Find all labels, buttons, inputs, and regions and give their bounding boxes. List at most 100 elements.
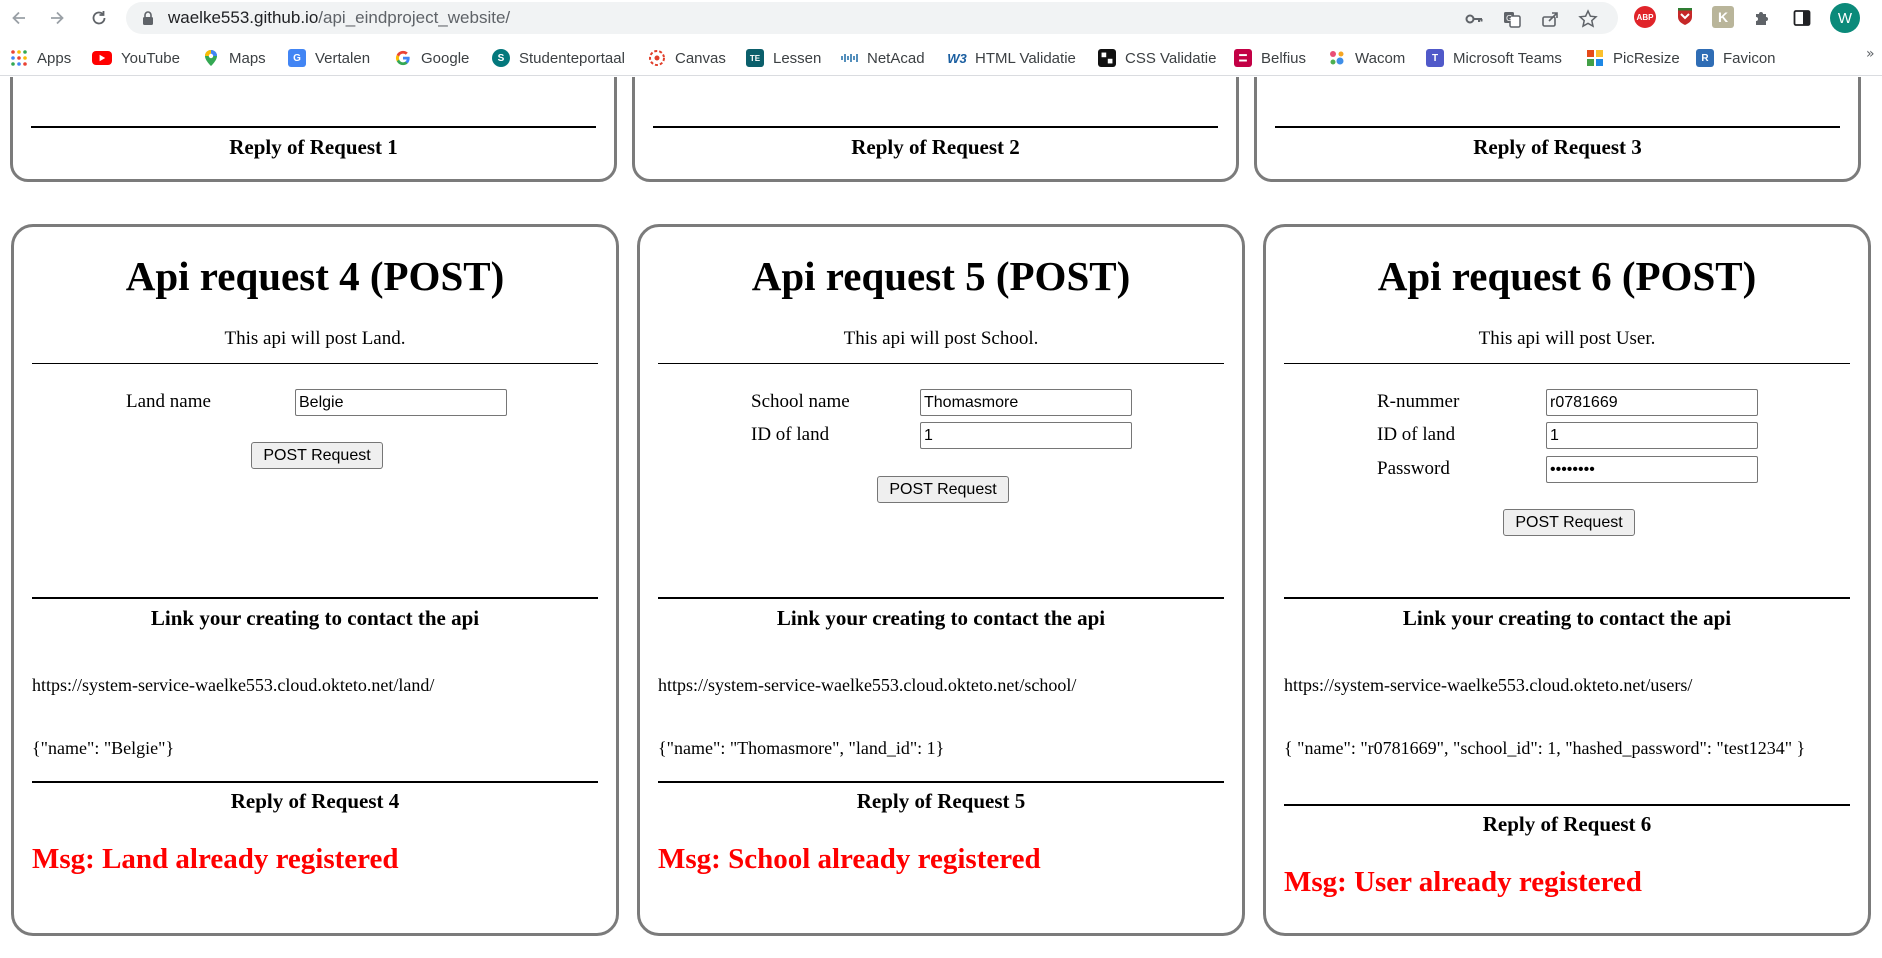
profile-avatar[interactable]: W: [1830, 3, 1860, 33]
k-extension-icon[interactable]: K: [1712, 6, 1734, 28]
request-card-5: Api request 5 (POST) This api will post …: [637, 224, 1245, 936]
url-text[interactable]: waelke553.github.io/api_eindproject_webs…: [168, 8, 510, 28]
bookmark-apps[interactable]: Apps: [10, 47, 71, 69]
divider: [32, 597, 598, 599]
translate-icon: G: [288, 49, 306, 67]
post-request-button[interactable]: POST Request: [1503, 509, 1635, 536]
bookmark-vertalen[interactable]: G Vertalen: [288, 47, 370, 69]
request-card-4: Api request 4 (POST) This api will post …: [11, 224, 619, 936]
teams-icon: T: [1426, 49, 1444, 67]
maps-pin-icon: [202, 49, 220, 67]
password-input[interactable]: [1546, 456, 1758, 483]
address-bar[interactable]: waelke553.github.io/api_eindproject_webs…: [126, 2, 1618, 34]
translate-page-icon[interactable]: G: [1502, 9, 1522, 29]
k-extension-label: K: [1717, 9, 1729, 25]
back-icon[interactable]: [6, 5, 32, 31]
divider: [1275, 126, 1840, 128]
share-icon[interactable]: [1540, 9, 1560, 29]
lock-icon[interactable]: [140, 10, 156, 26]
link-title: Link your creating to contact the api: [1402, 606, 1732, 630]
bookmarks-overflow-icon[interactable]: »: [1866, 46, 1875, 62]
request-card-3: Reply of Request 3: [1254, 77, 1861, 182]
bookmark-youtube[interactable]: YouTube: [92, 47, 180, 69]
bookmark-label: PicResize: [1613, 49, 1680, 67]
divider: [1284, 804, 1850, 806]
key-icon[interactable]: [1464, 9, 1484, 29]
bookmark-label: Belfius: [1261, 49, 1307, 67]
card-description: This api will post User.: [1478, 328, 1656, 349]
bookmark-studenteportaal[interactable]: S Studenteportaal: [492, 47, 625, 69]
card-title: Api request 4 (POST): [125, 253, 505, 299]
cisco-icon: [840, 49, 858, 67]
bookmark-favicon[interactable]: R Favicon: [1696, 47, 1776, 69]
divider: [658, 781, 1224, 783]
divider: [658, 597, 1224, 599]
bookmark-picresize[interactable]: PicResize: [1586, 47, 1680, 69]
link-title: Link your creating to contact the api: [150, 606, 480, 630]
youtube-icon: [92, 51, 112, 65]
reply-title: Reply of Request 1: [229, 135, 398, 159]
bookmark-label: NetAcad: [867, 49, 925, 67]
bookmark-html-validatie[interactable]: W3 HTML Validatie: [947, 47, 1076, 69]
land-id-input[interactable]: [1546, 422, 1758, 449]
reload-icon[interactable]: [86, 5, 112, 31]
picresize-icon: [1586, 49, 1604, 67]
browser-toolbar: waelke553.github.io/api_eindproject_webs…: [0, 0, 1882, 36]
divider: [1284, 597, 1850, 599]
bookmark-netacad[interactable]: NetAcad: [840, 47, 925, 69]
divider: [1284, 363, 1850, 364]
bookmark-css-validatie[interactable]: CSS Validatie: [1098, 47, 1216, 69]
card-description: This api will post School.: [843, 328, 1039, 349]
side-panel-icon[interactable]: [1792, 8, 1812, 28]
land-id-label: ID of land: [751, 424, 830, 445]
bookmark-lessen[interactable]: TE Lessen: [746, 47, 821, 69]
shield-extension-icon[interactable]: [1674, 6, 1696, 28]
form-row-school-name: School name: [751, 389, 1151, 417]
reply-message: Msg: School already registered: [658, 843, 1041, 875]
belfius-icon: [1234, 49, 1252, 67]
bookmark-belfius[interactable]: Belfius: [1234, 47, 1306, 69]
r-nummer-input[interactable]: [1546, 389, 1758, 416]
land-name-input[interactable]: [295, 389, 507, 416]
bookmark-google[interactable]: Google: [394, 47, 469, 69]
extensions-puzzle-icon[interactable]: [1752, 8, 1772, 28]
form-row-land-name: Land name: [126, 389, 526, 417]
url-host: waelke553.github.io: [168, 8, 319, 27]
reply-message: Msg: User already registered: [1284, 866, 1642, 898]
bookmark-label: Lessen: [773, 49, 822, 67]
divider: [658, 363, 1224, 364]
card-title: Api request 6 (POST): [1377, 253, 1757, 299]
forward-icon[interactable]: [44, 5, 70, 31]
reply-title: Reply of Request 2: [851, 135, 1020, 159]
bookmark-canvas[interactable]: Canvas: [648, 47, 726, 69]
bookmark-maps[interactable]: Maps: [202, 47, 266, 69]
post-request-button[interactable]: POST Request: [251, 442, 383, 469]
wacom-icon: [1328, 49, 1346, 67]
w3-icon: W3: [947, 50, 967, 66]
link-title: Link your creating to contact the api: [776, 606, 1106, 630]
school-name-label: School name: [751, 391, 850, 412]
divider: [32, 363, 598, 364]
endpoint-url: https://system-service-waelke553.cloud.o…: [658, 675, 1077, 695]
request-body: {"name": "Belgie"}: [32, 738, 175, 758]
bookmarks-bar: Apps YouTube Maps G Vertalen Google S Stud…: [0, 40, 1882, 76]
bookmark-microsoft-teams[interactable]: T Microsoft Teams: [1426, 47, 1562, 69]
form-row-r-nummer: R-nummer: [1377, 389, 1777, 417]
school-name-input[interactable]: [920, 389, 1132, 416]
reply-title: Reply of Request 4: [230, 789, 400, 813]
post-request-button[interactable]: POST Request: [877, 476, 1009, 503]
bookmark-wacom[interactable]: Wacom: [1328, 47, 1405, 69]
apps-grid-icon: [10, 49, 28, 67]
bookmark-label: Maps: [229, 49, 266, 67]
profile-initial: W: [1837, 9, 1853, 27]
abp-icon[interactable]: ABP: [1634, 6, 1656, 28]
endpoint-url: https://system-service-waelke553.cloud.o…: [1284, 675, 1693, 695]
bookmark-star-icon[interactable]: [1578, 9, 1598, 29]
form-row-land-id: ID of land: [751, 422, 1151, 450]
land-id-input[interactable]: [920, 422, 1132, 449]
bookmark-label: HTML Validatie: [975, 49, 1076, 67]
google-icon: [394, 49, 412, 67]
land-id-label: ID of land: [1377, 424, 1456, 445]
divider: [31, 126, 596, 128]
svg-text:G: G: [1506, 14, 1512, 23]
